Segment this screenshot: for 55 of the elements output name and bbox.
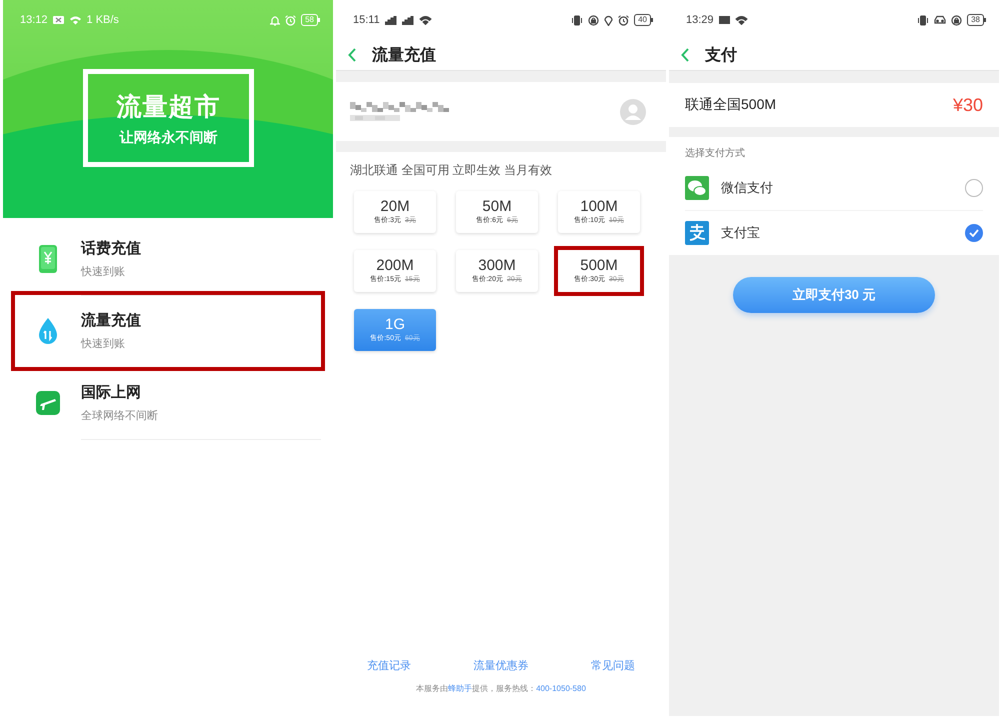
product-name: 联通全国500M xyxy=(685,96,776,114)
payment-method-name: 微信支付 xyxy=(721,179,774,197)
radio-button[interactable] xyxy=(965,224,983,242)
status-time: 15:11 xyxy=(353,14,380,26)
battery-level: 58 xyxy=(301,14,318,26)
car-icon xyxy=(934,15,946,25)
lock-icon xyxy=(588,14,600,26)
status-time: 13:29 xyxy=(686,14,714,26)
water-drop-icon xyxy=(37,317,59,345)
yuan-card-icon xyxy=(39,245,57,273)
signal-icon xyxy=(384,16,397,24)
radio-button[interactable] xyxy=(965,179,983,197)
package-size: 100M xyxy=(580,199,618,215)
payment-method-name: 支付宝 xyxy=(721,224,761,242)
menu-item[interactable]: 话费充值 快速到账 xyxy=(15,223,321,295)
menu-item-title: 国际上网 xyxy=(81,382,142,402)
package-size: 200M xyxy=(376,258,414,274)
menu-item-subtitle: 快速到账 xyxy=(81,264,126,278)
section-label: 选择支付方式 xyxy=(685,146,746,161)
menu-item-subtitle: 快速到账 xyxy=(81,336,126,350)
page-title: 支付 xyxy=(705,46,737,66)
package-size: 50M xyxy=(482,199,512,215)
pixelated-contact-note xyxy=(350,114,400,122)
menu-item[interactable]: 流量充值 快速到账 xyxy=(15,295,321,367)
banner-subtitle: 让网络永不间断 xyxy=(120,128,218,146)
chat-bubbles-icon xyxy=(685,176,709,200)
alarm-clock-icon xyxy=(618,14,630,26)
avatar-icon xyxy=(620,98,646,124)
package-size: 500M xyxy=(580,258,618,274)
alarm-clock-icon xyxy=(285,14,296,26)
product-price: ¥30 xyxy=(952,94,983,116)
wifi-icon xyxy=(68,15,82,25)
page-title: 流量充值 xyxy=(372,45,436,66)
menu-item-subtitle: 全球网络不间断 xyxy=(81,408,159,422)
network-speed: 1 KB/s xyxy=(86,14,119,26)
menu-item-title: 话费充值 xyxy=(81,238,142,258)
menu-item[interactable]: 国际上网 全球网络不间断 xyxy=(15,367,321,439)
banner-title: 流量超市 xyxy=(116,92,220,122)
status-time: 13:12 xyxy=(20,14,48,26)
battery-level: 40 xyxy=(634,14,651,26)
signal-icon xyxy=(402,16,414,24)
service-note: 本服务由蜂助手提供，服务热线：400-1050-580 xyxy=(416,683,586,694)
package-size: 300M xyxy=(478,258,516,274)
lock-icon xyxy=(951,14,962,26)
checkmark-icon xyxy=(969,229,979,237)
location-pin-icon xyxy=(604,14,614,26)
package-size: 1G xyxy=(384,317,405,333)
battery-level: 38 xyxy=(967,14,984,26)
payment-app-icon xyxy=(685,221,709,245)
menu-item-title: 流量充值 xyxy=(81,310,142,330)
wifi-icon xyxy=(418,15,432,25)
bell-icon xyxy=(270,14,280,26)
package-size: 20M xyxy=(380,199,410,215)
wifi-icon xyxy=(734,15,748,25)
carrier-info: 湖北联通 全国可用 立即生效 当月有效 xyxy=(349,162,554,179)
